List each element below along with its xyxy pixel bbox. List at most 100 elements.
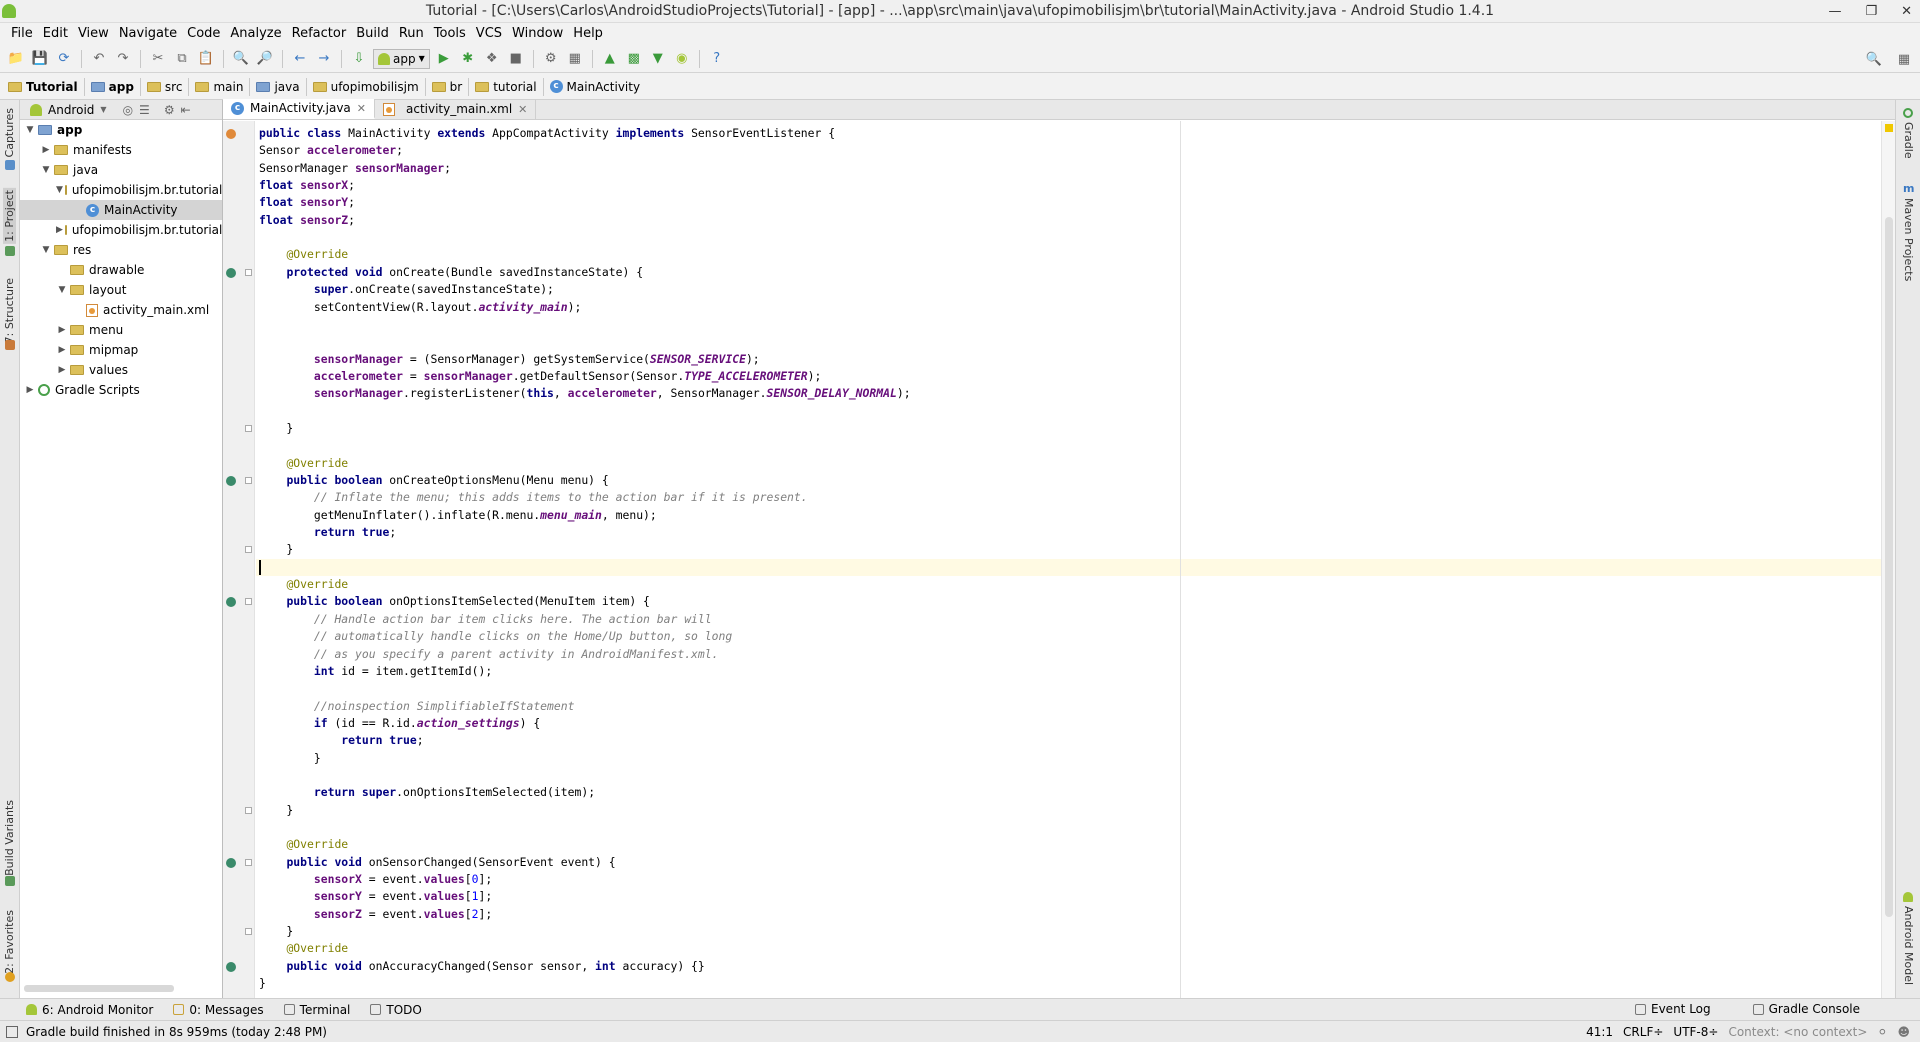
tree-item[interactable]: drawable <box>20 260 222 280</box>
code-line[interactable] <box>256 437 1881 454</box>
tab-favorites[interactable]: 2: Favorites <box>3 910 16 974</box>
search-everywhere-icon[interactable]: 🔍 <box>1864 49 1884 69</box>
paste-icon[interactable]: 📋 <box>196 49 216 69</box>
tree-item[interactable]: ▼ java <box>20 160 222 180</box>
fold-marker-icon[interactable] <box>245 928 252 936</box>
scrollbar-thumb[interactable] <box>1885 217 1893 917</box>
project-structure-icon[interactable]: ⚙ <box>541 49 561 69</box>
tab-messages[interactable]: 0: Messages <box>173 1003 264 1017</box>
override-icon[interactable] <box>226 961 236 972</box>
close-window-button[interactable]: ✕ <box>1901 0 1912 23</box>
tree-item[interactable]: ▶ menu <box>20 320 222 340</box>
code-line[interactable]: sensorManager.registerListener(this, acc… <box>256 385 1881 402</box>
implements-icon[interactable] <box>226 129 236 139</box>
code-line[interactable]: protected void onCreate(Bundle savedInst… <box>256 264 1881 281</box>
code-line[interactable] <box>256 819 1881 836</box>
fold-marker-icon[interactable] <box>245 858 252 866</box>
tab-project[interactable]: 1: Project <box>3 188 16 244</box>
gradle-sync-icon[interactable]: ▦ <box>565 49 585 69</box>
tab-mainactivity-java[interactable]: c MainActivity.java ✕ <box>223 99 375 119</box>
code-line[interactable]: float sensorZ; <box>256 212 1881 229</box>
android-icon[interactable]: ◉ <box>672 49 692 69</box>
code-line[interactable]: sensorX = event.values[0]; <box>256 871 1881 888</box>
caret-position[interactable]: 41:1 <box>1586 1025 1613 1039</box>
tab-build-variants[interactable]: Build Variants <box>3 800 16 876</box>
sync-icon[interactable]: ⟳ <box>54 49 74 69</box>
restore-button[interactable]: ❐ <box>1865 0 1877 23</box>
layout-icon[interactable]: ▦ <box>1894 49 1914 69</box>
breadcrumb-project[interactable]: Tutorial <box>8 77 85 96</box>
tab-android-model[interactable]: Android Model <box>1902 906 1915 985</box>
breadcrumb-package-1[interactable]: ufopimobilisjm <box>312 77 426 96</box>
breadcrumb-module[interactable]: app <box>90 77 141 96</box>
tree-item[interactable]: activity_main.xml <box>20 300 222 320</box>
horizontal-scrollbar[interactable] <box>24 985 174 992</box>
tree-item[interactable]: ▼ app <box>20 120 222 140</box>
toggle-tool-windows-icon[interactable] <box>6 1025 18 1038</box>
chevron-down-icon[interactable]: ▼ <box>40 165 52 175</box>
menu-build[interactable]: Build <box>351 23 394 45</box>
fold-marker-icon[interactable] <box>245 424 252 432</box>
chevron-down-icon[interactable]: ▼ <box>56 285 68 295</box>
code-line[interactable]: sensorY = event.values[1]; <box>256 888 1881 905</box>
code-line[interactable]: } <box>256 420 1881 437</box>
tab-activity-main-xml[interactable]: activity_main.xml ✕ <box>375 99 537 119</box>
tab-todo[interactable]: TODO <box>370 1003 422 1017</box>
menu-tools[interactable]: Tools <box>429 23 471 45</box>
code-line[interactable]: super.onCreate(savedInstanceState); <box>256 281 1881 298</box>
android-device-monitor-icon[interactable]: ▼ <box>648 49 668 69</box>
override-icon[interactable] <box>226 597 236 608</box>
code-line[interactable]: public boolean onCreateOptionsMenu(Menu … <box>256 472 1881 489</box>
code-line[interactable]: sensorZ = event.values[2]; <box>256 906 1881 923</box>
chevron-down-icon[interactable]: ▼ <box>100 105 106 114</box>
override-icon[interactable] <box>226 267 236 278</box>
tree-item[interactable]: ▶ manifests <box>20 140 222 160</box>
code-line[interactable]: public class MainActivity extends AppCom… <box>256 125 1881 142</box>
code-line[interactable]: accelerometer = sensorManager.getDefault… <box>256 368 1881 385</box>
code-line[interactable]: float sensorY; <box>256 194 1881 211</box>
code-line[interactable]: sensorManager = (SensorManager) getSyste… <box>256 351 1881 368</box>
code-line[interactable]: return true; <box>256 732 1881 749</box>
code-line[interactable]: @Override <box>256 246 1881 263</box>
editor-gutter[interactable] <box>223 121 255 998</box>
code-line[interactable]: // as you specify a parent activity in A… <box>256 646 1881 663</box>
code-line[interactable]: public void onAccuracyChanged(Sensor sen… <box>256 958 1881 975</box>
make-project-icon[interactable]: ⇩ <box>349 49 369 69</box>
chevron-down-icon[interactable]: ▼ <box>56 185 63 195</box>
cut-icon[interactable]: ✂ <box>148 49 168 69</box>
menu-vcs[interactable]: VCS <box>471 23 507 45</box>
fold-marker-icon[interactable] <box>245 546 252 554</box>
code-line[interactable]: public boolean onOptionsItemSelected(Men… <box>256 593 1881 610</box>
code-line[interactable] <box>256 403 1881 420</box>
tree-item[interactable]: ▼ res <box>20 240 222 260</box>
fold-marker-icon[interactable] <box>245 268 252 276</box>
tab-android-monitor[interactable]: 6: Android Monitor <box>26 1003 153 1017</box>
code-line[interactable]: setContentView(R.layout.activity_main); <box>256 299 1881 316</box>
tab-gradle[interactable]: Gradle <box>1902 122 1915 159</box>
menu-analyze[interactable]: Analyze <box>225 23 286 45</box>
fold-marker-icon[interactable] <box>245 477 252 484</box>
code-line[interactable]: int id = item.getItemId(); <box>256 663 1881 680</box>
code-line[interactable]: // automatically handle clicks on the Ho… <box>256 628 1881 645</box>
run-configuration-select[interactable]: app ▼ <box>373 48 430 69</box>
breadcrumb-package-2[interactable]: br <box>431 77 470 96</box>
tree-item[interactable]: ▶ ufopimobilisjm.br.tutorial <box>20 220 222 240</box>
code-line[interactable]: SensorManager sensorManager; <box>256 160 1881 177</box>
gear-icon[interactable]: ⚙ <box>164 103 175 117</box>
menu-refactor[interactable]: Refactor <box>287 23 352 45</box>
code-line[interactable]: //noinspection SimplifiableIfStatement <box>256 698 1881 715</box>
tab-terminal[interactable]: Terminal <box>283 1003 350 1017</box>
line-separator[interactable]: CRLF÷ <box>1623 1025 1663 1039</box>
fold-marker-icon[interactable] <box>245 806 252 814</box>
attach-debugger-icon[interactable]: ❖ <box>482 49 502 69</box>
tree-item[interactable]: ▼ ufopimobilisjm.br.tutorial <box>20 180 222 200</box>
menu-window[interactable]: Window <box>507 23 568 45</box>
close-icon[interactable]: ✕ <box>357 102 366 115</box>
code-line[interactable]: getMenuInflater().inflate(R.menu.menu_ma… <box>256 507 1881 524</box>
menu-view[interactable]: View <box>73 23 114 45</box>
code-line[interactable]: } <box>256 541 1881 558</box>
lock-icon[interactable]: ⚪ <box>1877 1025 1887 1039</box>
undo-icon[interactable]: ↶ <box>89 49 109 69</box>
warning-marker[interactable] <box>1885 124 1893 132</box>
find-icon[interactable]: 🔍 <box>231 49 251 69</box>
